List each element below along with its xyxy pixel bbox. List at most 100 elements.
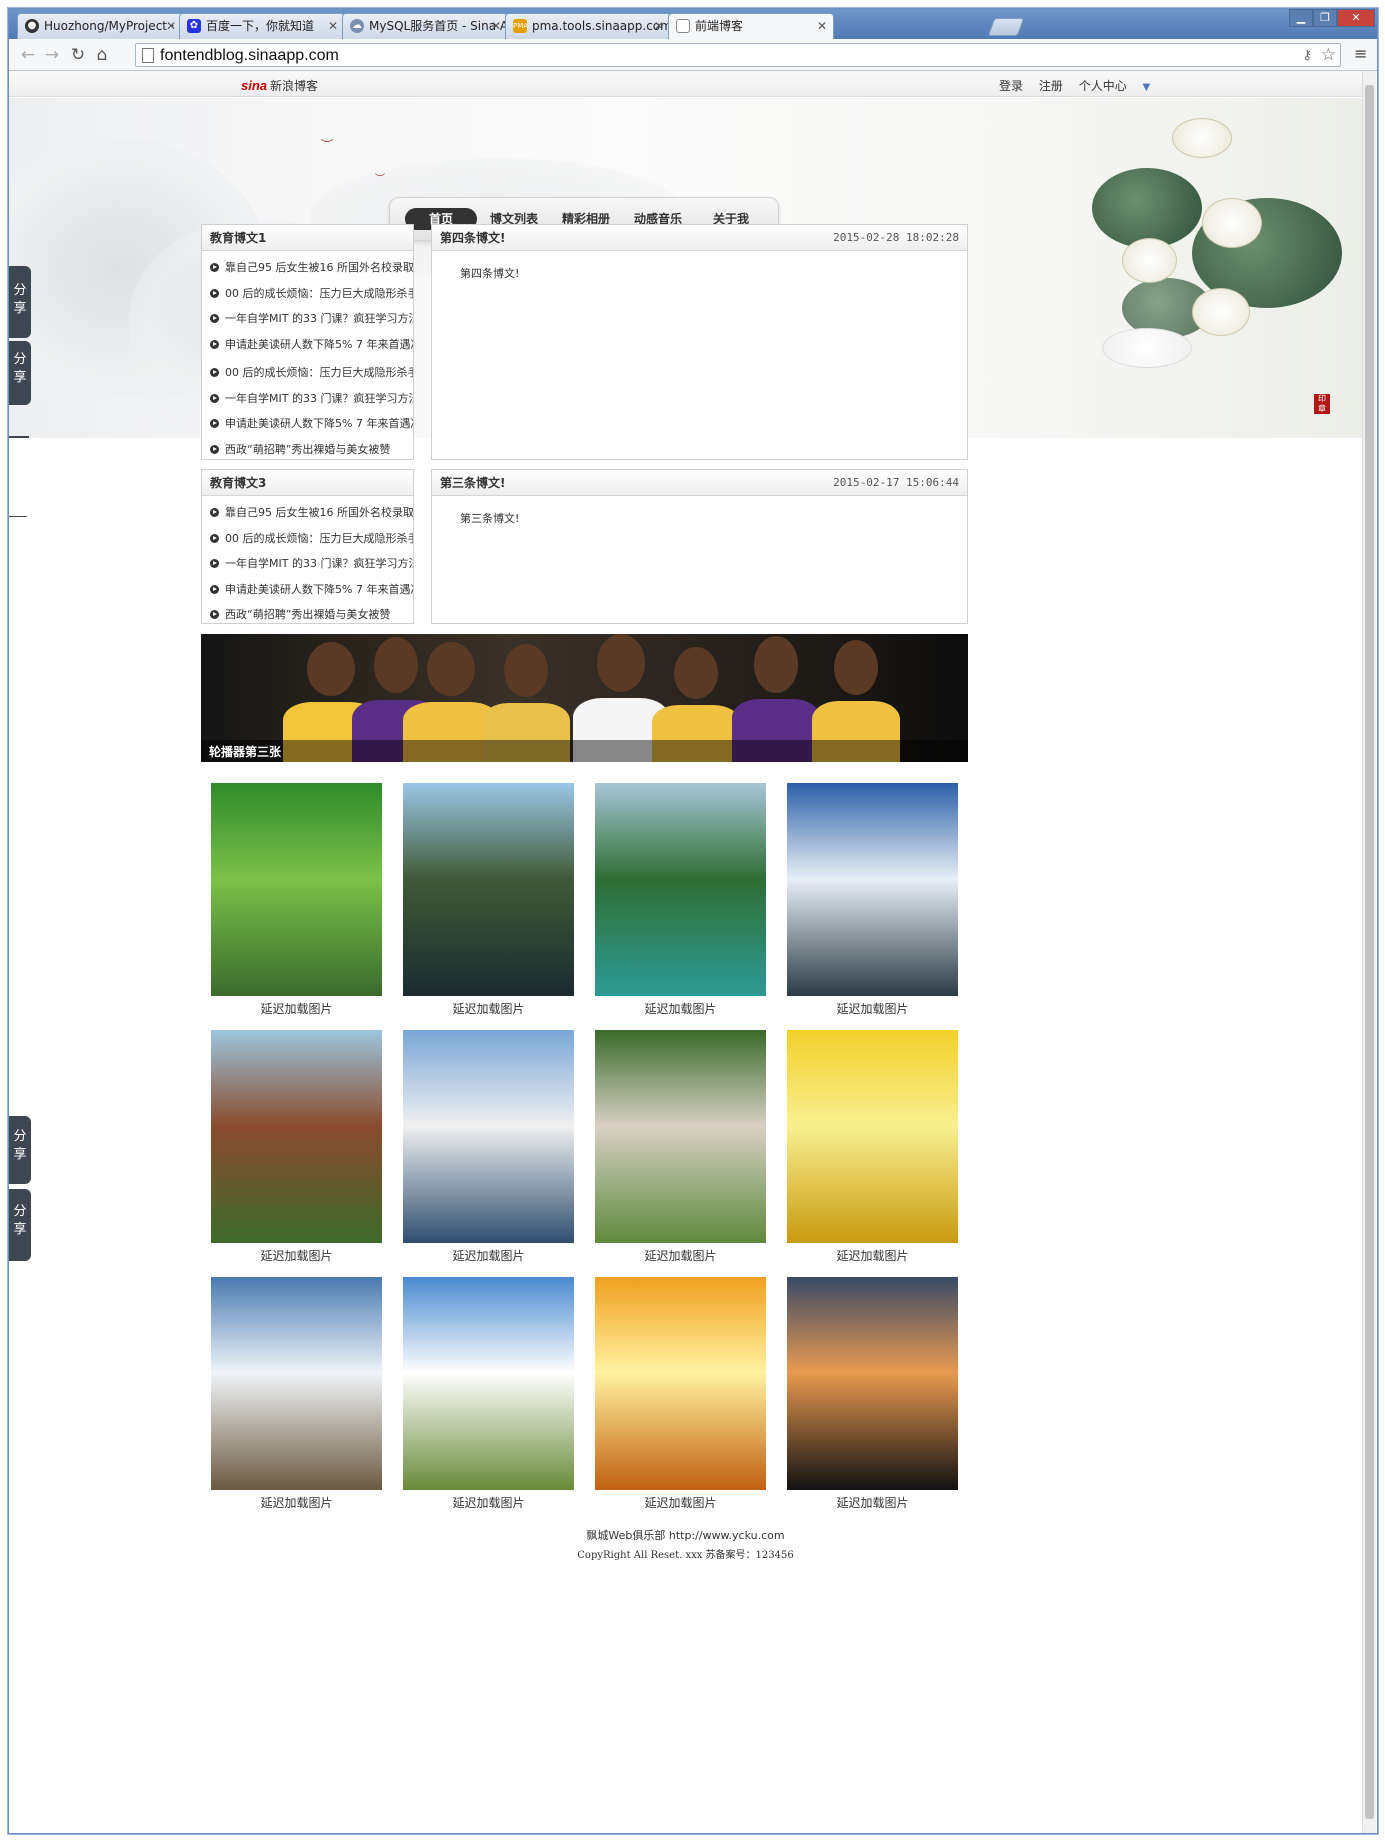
page-icon <box>142 48 154 63</box>
menu-icon[interactable]: ≡ <box>1354 45 1370 63</box>
close-icon[interactable]: ✕ <box>654 14 664 38</box>
photo-caption: 延迟加载图片 <box>644 1002 717 1016</box>
minimize-button[interactable]: ▁ <box>1289 9 1313 27</box>
close-icon[interactable]: ✕ <box>817 14 827 38</box>
register-link[interactable]: 注册 <box>1039 79 1063 93</box>
photo-snowy-stream[interactable] <box>211 1277 382 1490</box>
photo-golden-sky[interactable] <box>787 1030 958 1243</box>
article-link[interactable]: 靠自己95 后女生被16 所国外名校录取 <box>210 500 413 526</box>
photo-snow-mountain[interactable] <box>787 783 958 996</box>
gallery-item[interactable]: 延迟加载图片 <box>787 1030 958 1264</box>
panel-title: 教育博文3 <box>202 470 413 496</box>
article-link[interactable]: 申请赴美读研人数下降5% 7 年来首遇冷 <box>210 332 413 358</box>
close-icon[interactable]: ✕ <box>328 14 338 38</box>
photo-village-church[interactable] <box>595 1030 766 1243</box>
article-link[interactable]: 一年自学MIT 的33 门课？疯狂学习方法 <box>210 386 413 412</box>
article-link[interactable]: 申请赴美读研人数下降5% 7 年来首遇冷 <box>210 411 413 437</box>
share-tab-collapsed[interactable] <box>9 436 29 438</box>
page-icon <box>676 19 690 33</box>
gallery-item[interactable]: 延迟加载图片 <box>595 1277 766 1511</box>
photo-tree-silhouette-dusk[interactable] <box>787 1277 958 1490</box>
home-icon[interactable]: ⌂ <box>91 44 113 66</box>
close-window-button[interactable]: ✕ <box>1337 9 1375 27</box>
article-link[interactable]: 00 后的成长烦恼：压力巨大成隐形杀手 <box>210 526 413 552</box>
article-link[interactable]: 靠自己95 后女生被16 所国外名校录取 <box>210 255 413 281</box>
share-tab[interactable]: 分享 <box>9 1116 31 1184</box>
arrow-bullet-icon <box>210 314 219 323</box>
tab-github[interactable]: ● Huozhong/MyProject · G ✕ <box>17 13 183 39</box>
post-date: 2015-02-17 15:06:44 <box>833 476 959 489</box>
gallery-item[interactable]: 延迟加载图片 <box>211 783 382 1017</box>
address-bar[interactable]: fontendblog.sinaapp.com ⚷ ☆ <box>135 43 1341 67</box>
article-link[interactable]: 00 后的成长烦恼：压力巨大成隐形杀手 <box>210 281 413 307</box>
gallery-item[interactable]: 延迟加载图片 <box>211 1030 382 1264</box>
bookmark-star-icon[interactable]: ☆ <box>1321 44 1336 66</box>
arrow-bullet-icon <box>210 610 219 619</box>
photo-island-lake[interactable] <box>595 783 766 996</box>
photo-caption: 延迟加载图片 <box>644 1496 717 1510</box>
post-title[interactable]: 第三条博文! 2015-02-17 15:06:44 <box>432 470 967 496</box>
panel-title: 教育博文1 <box>202 225 413 251</box>
scrollbar-thumb[interactable] <box>1365 85 1374 1819</box>
arrow-bullet-icon <box>210 533 219 543</box>
gallery-item[interactable]: 延迟加载图片 <box>787 1277 958 1511</box>
share-tab[interactable]: 分享 <box>9 341 31 405</box>
share-tab[interactable]: 分享 <box>9 1189 31 1261</box>
close-icon[interactable]: ✕ <box>166 14 176 38</box>
photo-caption: 延迟加载图片 <box>260 1249 333 1263</box>
photo-snow-peak-pavilion-lake[interactable] <box>403 1030 574 1243</box>
baidu-paw-icon: ✿ <box>187 19 201 33</box>
article-list: 靠自己95 后女生被16 所国外名校录取 00 后的成长烦恼：压力巨大成隐形杀手… <box>202 496 413 628</box>
gallery-item[interactable]: 延迟加载图片 <box>787 783 958 1017</box>
photo-caption: 延迟加载图片 <box>644 1249 717 1263</box>
footer-club-line: 飘城Web俱乐部 http://www.ycku.com <box>586 1529 785 1542</box>
photo-caption: 延迟加载图片 <box>836 1496 909 1510</box>
back-arrow-icon[interactable]: ← <box>17 44 39 66</box>
blog-post-card-4: 第四条博文! 2015-02-28 18:02:28 第四条博文! <box>431 224 968 460</box>
new-tab-button[interactable] <box>987 18 1025 36</box>
tab-title: pma.tools.sinaapp.com <box>532 19 671 33</box>
article-link[interactable]: 申请赴美读研人数下降5% 7 年来首遇冷 <box>210 577 413 603</box>
post-date: 2015-02-28 18:02:28 <box>833 231 959 244</box>
sina-logo[interactable]: sina 新浪博客 <box>241 77 318 94</box>
user-center-link[interactable]: 个人中心 ▼ <box>1079 79 1163 93</box>
footer-copyright-line: CopyRight All Reset. xxx 苏备案号：123456 <box>577 1550 794 1561</box>
arrow-bullet-icon <box>210 393 219 403</box>
article-link[interactable]: 00 后的成长烦恼：压力巨大成隐形杀手 <box>210 360 413 386</box>
maximize-button[interactable]: ❐ <box>1313 9 1337 27</box>
post-title[interactable]: 第四条博文! 2015-02-28 18:02:28 <box>432 225 967 251</box>
gallery-item[interactable]: 延迟加载图片 <box>403 1277 574 1511</box>
tab-pma[interactable]: PMA pma.tools.sinaapp.com ✕ <box>505 13 671 39</box>
photo-karst-mountain-river[interactable] <box>403 783 574 996</box>
key-icon[interactable]: ⚷ <box>1302 45 1312 67</box>
photo-green-house-by-lake[interactable] <box>211 783 382 996</box>
tab-baidu[interactable]: ✿ 百度一下，你就知道 ✕ <box>179 13 345 39</box>
photo-ocean-sunset[interactable] <box>595 1277 766 1490</box>
article-link[interactable]: 一年自学MIT 的33 门课？疯狂学习方法 <box>210 306 413 332</box>
gallery-item[interactable]: 延迟加载图片 <box>595 783 766 1017</box>
arrow-bullet-icon <box>210 508 219 517</box>
share-tab[interactable]: 分享 <box>9 266 31 338</box>
close-icon[interactable]: ✕ <box>491 14 501 38</box>
carousel-banner[interactable]: 轮播器第三张 <box>201 634 968 762</box>
banner-caption-bar: 轮播器第三张 <box>201 740 968 762</box>
photo-caption: 延迟加载图片 <box>452 1249 525 1263</box>
gallery-item[interactable]: 延迟加载图片 <box>595 1030 766 1264</box>
photo-red-cliff-grottoes[interactable] <box>211 1030 382 1243</box>
tab-mysql[interactable]: ☁ MySQL服务首页 - Sina Ap ✕ <box>342 13 508 39</box>
photo-clouds-mountain-lake[interactable] <box>403 1277 574 1490</box>
reload-icon[interactable]: ↻ <box>67 44 89 66</box>
sina-logo-mark: sina <box>241 78 268 93</box>
vertical-scrollbar[interactable] <box>1362 71 1376 1833</box>
article-link[interactable]: 一年自学MIT 的33 门课？疯狂学习方法 <box>210 551 413 577</box>
banner-caption: 轮播器第三张 <box>209 745 282 759</box>
login-link[interactable]: 登录 <box>999 79 1023 93</box>
gallery-item[interactable]: 延迟加载图片 <box>403 783 574 1017</box>
tab-frontend-blog[interactable]: 前端博客 ✕ <box>668 13 834 39</box>
gallery-item[interactable]: 延迟加载图片 <box>211 1277 382 1511</box>
user-center-label: 个人中心 <box>1078 79 1127 93</box>
article-link[interactable]: 西政“萌招聘”秀出裸婚与美女被赞 <box>210 437 413 463</box>
gallery-item[interactable]: 延迟加载图片 <box>403 1030 574 1264</box>
forward-arrow-icon[interactable]: → <box>41 44 63 66</box>
article-link[interactable]: 西政“萌招聘”秀出裸婚与美女被赞 <box>210 602 413 628</box>
